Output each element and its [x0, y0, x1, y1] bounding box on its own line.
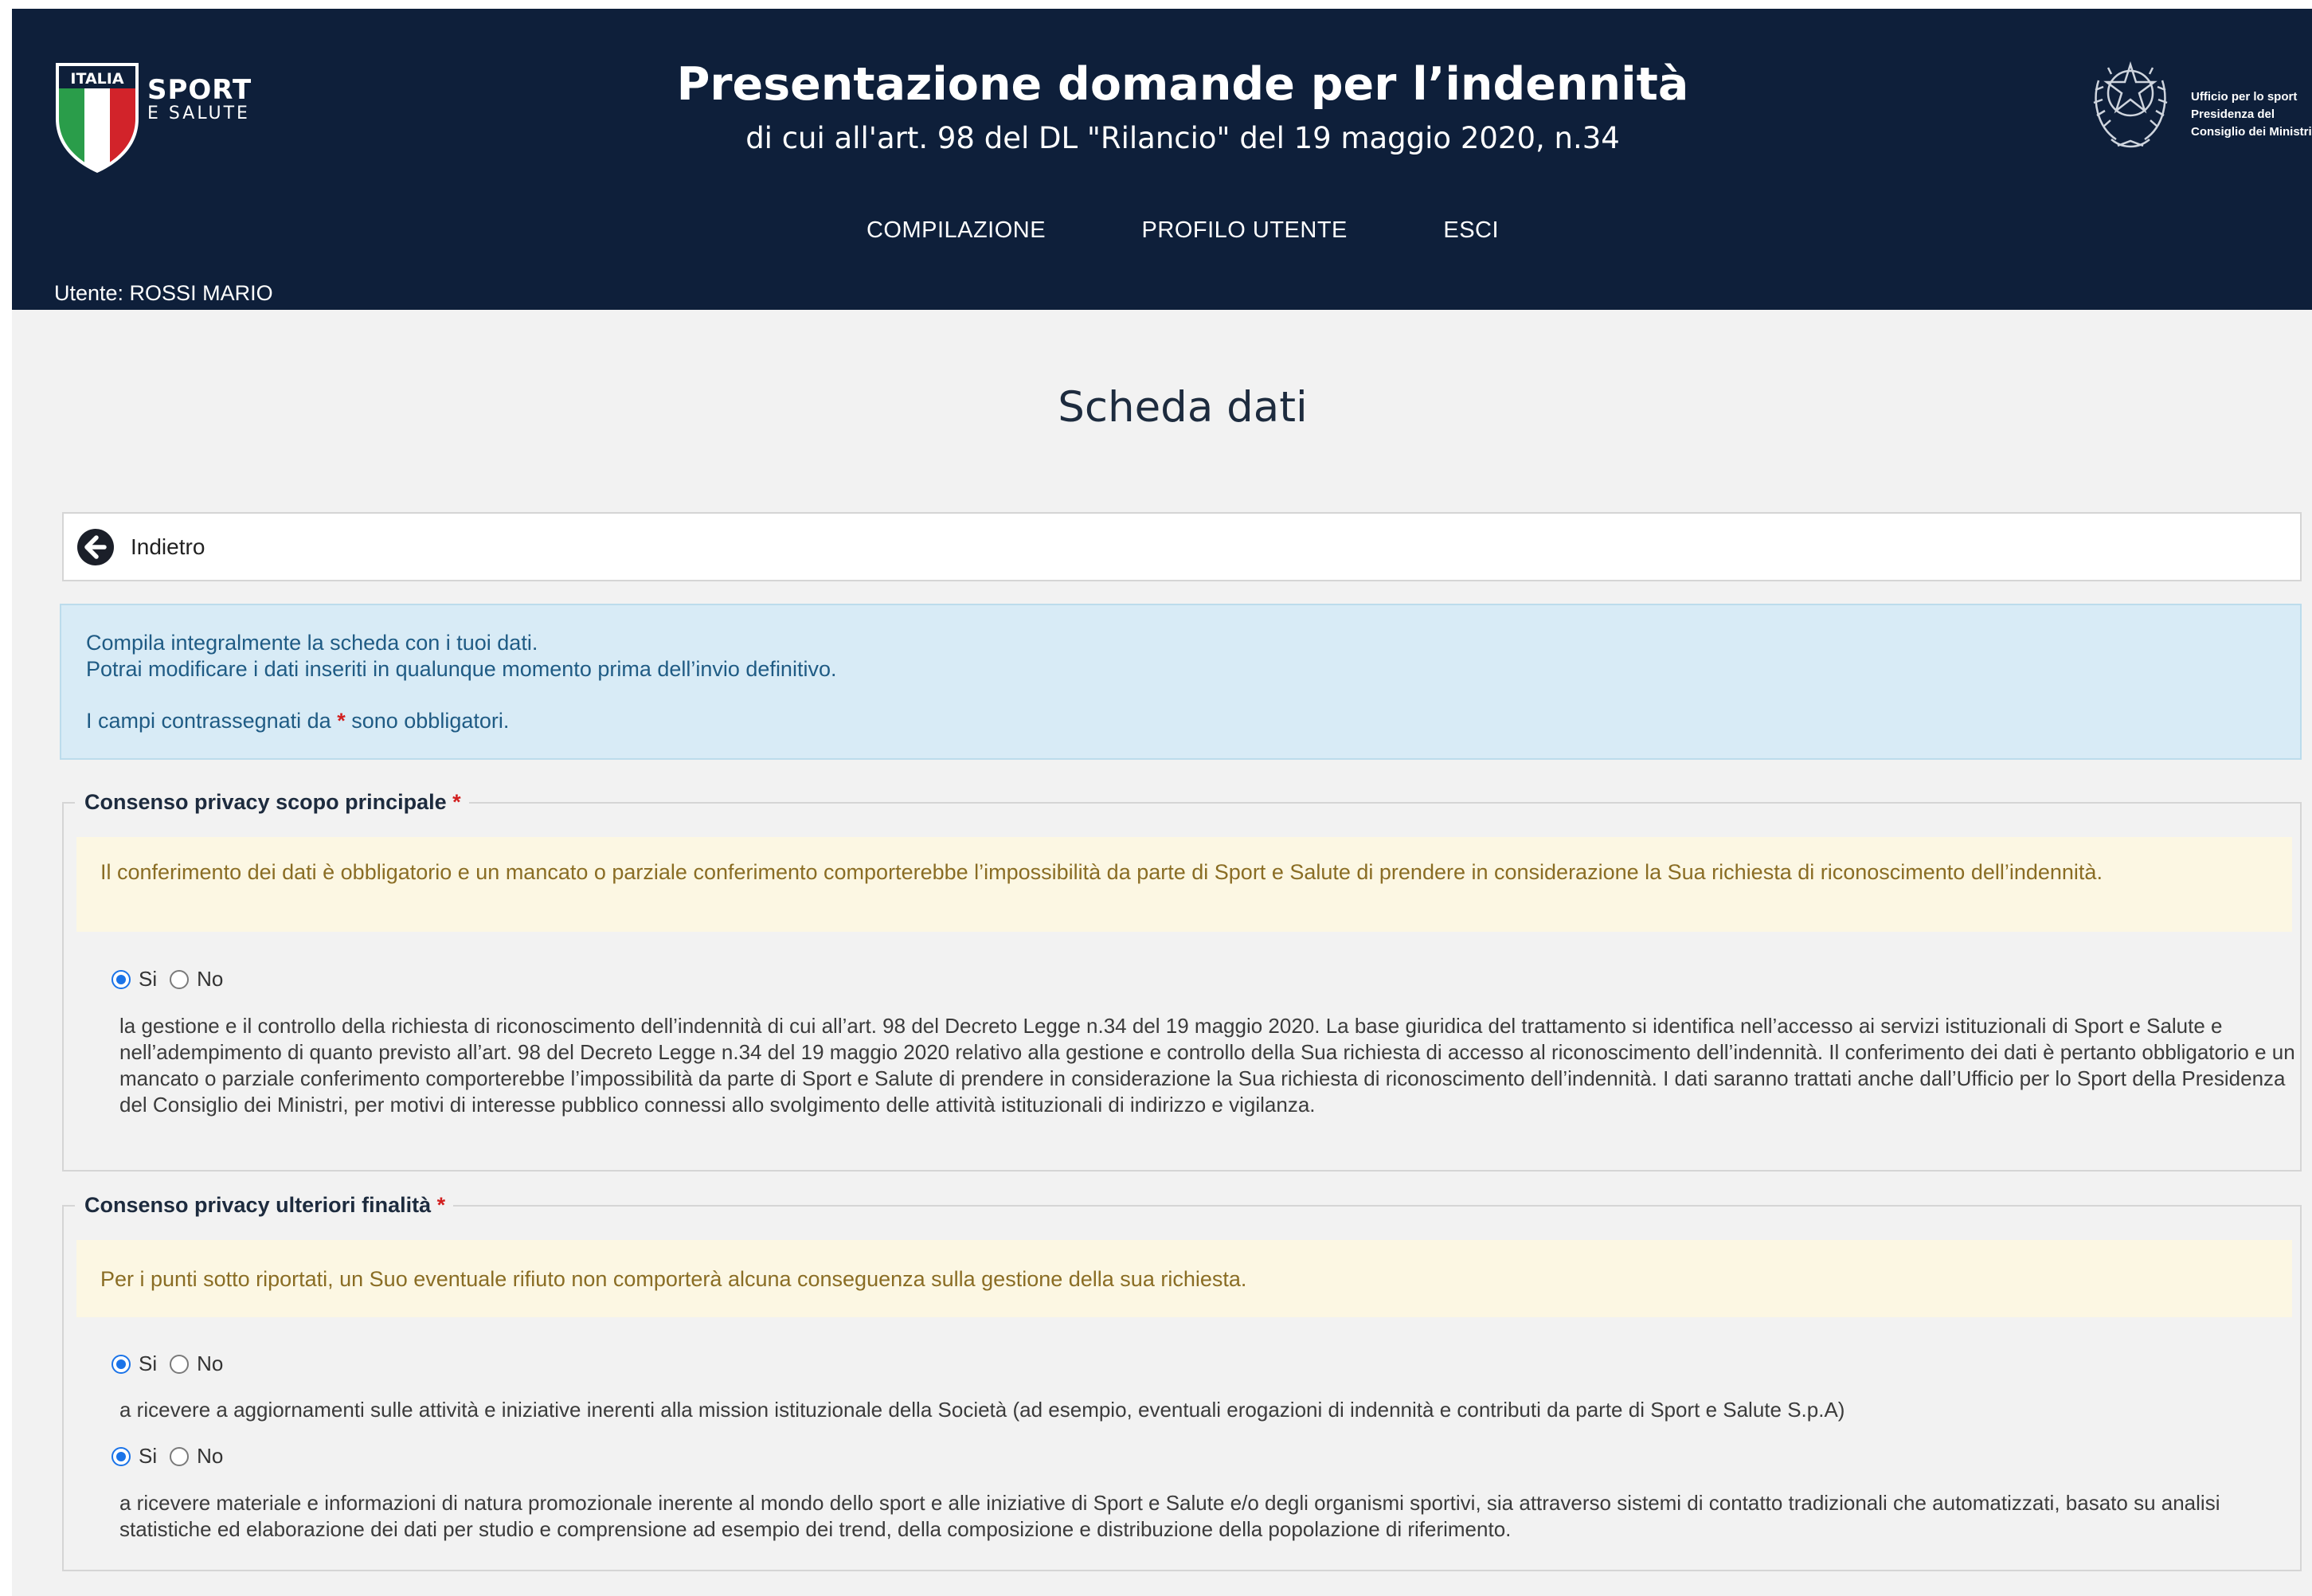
radio-si-label[interactable]: Si	[139, 967, 157, 992]
privacy-further-legend-text: Consenso privacy ulteriori finalità	[84, 1193, 432, 1217]
radio-si[interactable]	[111, 1354, 131, 1374]
required-asterisk: *	[337, 709, 346, 733]
gov-line-3: Consiglio dei Ministri	[2191, 125, 2312, 139]
government-logo: Ufficio per lo sport Presidenza del Cons…	[2084, 57, 2312, 168]
privacy-updates-radio-group: Si No	[111, 1352, 236, 1376]
gov-line-1: Ufficio per lo sport	[2191, 90, 2298, 104]
page-frame: ITALIA SPORT E SALUTE Presentazione doma…	[12, 9, 2312, 1596]
privacy-main-radio-group: Si No	[111, 967, 236, 992]
privacy-main-description: la gestione e il controllo della richies…	[119, 1014, 2295, 1117]
required-asterisk: *	[452, 790, 461, 814]
header-subtitle: di cui all'art. 98 del DL "Rilancio" del…	[745, 121, 1620, 155]
arrow-left-circle-icon[interactable]	[76, 528, 115, 566]
radio-no[interactable]	[170, 1446, 190, 1466]
info-line-2: Potrai modificare i dati inseriti in qua…	[86, 657, 837, 681]
privacy-further-fieldset: Consenso privacy ulteriori finalità * Pe…	[62, 1189, 2302, 1571]
current-user-label: Utente: ROSSI MARIO	[54, 281, 273, 305]
info-line-3-before: I campi contrassegnati da	[86, 709, 331, 733]
italian-republic-emblem-icon	[2093, 61, 2168, 148]
header-title-block: Presentazione domande per l’indennità di…	[12, 55, 2312, 162]
radio-no-label[interactable]: No	[197, 967, 223, 992]
privacy-main-warning: Il conferimento dei dati è obbligatorio …	[76, 837, 2292, 932]
privacy-updates-description: a ricevere a aggiornamenti sulle attivit…	[119, 1398, 1845, 1422]
privacy-main-fieldset: Consenso privacy scopo principale * Il c…	[62, 786, 2302, 1172]
nav-compilazione[interactable]: COMPILAZIONE	[867, 217, 1046, 244]
privacy-promo-description: a ricevere materiale e informazioni di n…	[119, 1491, 2220, 1541]
radio-si-label[interactable]: Si	[139, 1352, 157, 1376]
back-button[interactable]: Indietro	[131, 534, 205, 560]
government-logo-text: Ufficio per lo sport Presidenza del Cons…	[2191, 88, 2312, 141]
required-asterisk: *	[436, 1193, 446, 1217]
gov-line-2: Presidenza del	[2191, 108, 2275, 121]
page-title: Scheda dati	[1058, 383, 1308, 432]
radio-no[interactable]	[170, 969, 190, 989]
radio-si-label[interactable]: Si	[139, 1444, 157, 1469]
radio-no[interactable]	[170, 1354, 190, 1374]
info-line-3-after: sono obbligatori.	[351, 709, 510, 733]
privacy-further-warning: Per i punti sotto riportati, un Suo even…	[76, 1240, 2292, 1317]
header-title: Presentazione domande per l’indennità	[676, 58, 1689, 111]
radio-no-label[interactable]: No	[197, 1444, 223, 1469]
site-header: ITALIA SPORT E SALUTE Presentazione doma…	[12, 9, 2312, 310]
back-bar: Indietro	[62, 512, 2302, 581]
info-line-1: Compila integralmente la scheda con i tu…	[86, 631, 538, 655]
privacy-further-legend: Consenso privacy ulteriori finalità *	[75, 1189, 454, 1221]
nav-esci[interactable]: ESCI	[1443, 217, 1499, 244]
radio-si[interactable]	[111, 1446, 131, 1466]
info-line-3: I campi contrassegnati da * sono obbliga…	[86, 708, 2300, 734]
nav-profilo-utente[interactable]: PROFILO UTENTE	[1142, 217, 1348, 244]
main-nav: COMPILAZIONE PROFILO UTENTE ESCI	[12, 217, 2312, 244]
privacy-main-legend-text: Consenso privacy scopo principale	[84, 790, 447, 814]
privacy-main-legend: Consenso privacy scopo principale *	[75, 786, 469, 818]
privacy-promo-radio-group: Si No	[111, 1444, 236, 1469]
radio-no-label[interactable]: No	[197, 1352, 223, 1376]
info-alert: Compila integralmente la scheda con i tu…	[60, 604, 2302, 760]
radio-si[interactable]	[111, 969, 131, 989]
